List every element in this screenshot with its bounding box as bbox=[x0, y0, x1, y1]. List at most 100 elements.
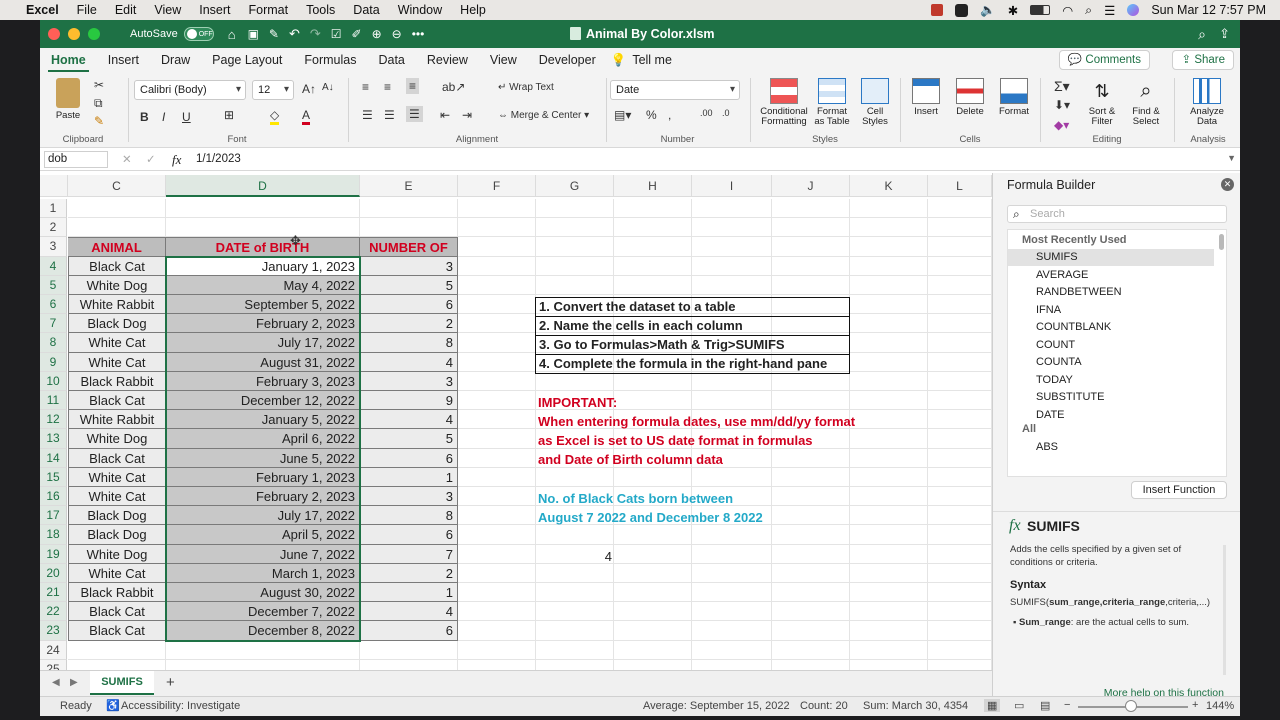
zoom-in-icon[interactable]: ⊕ bbox=[372, 27, 382, 41]
function-item[interactable]: RANDBETWEEN bbox=[1008, 284, 1214, 301]
dob-cell[interactable]: August 30, 2022 bbox=[166, 583, 360, 603]
row-header[interactable]: 22 bbox=[40, 602, 67, 622]
zoom-slider-thumb[interactable] bbox=[1125, 700, 1137, 712]
percent-icon[interactable]: % bbox=[646, 108, 657, 122]
row-header[interactable]: 4 bbox=[40, 256, 67, 276]
animal-cell[interactable]: Black Rabbit bbox=[68, 583, 166, 603]
align-bottom-icon[interactable]: ≡ bbox=[406, 78, 420, 94]
column-header-i[interactable]: I bbox=[692, 175, 772, 197]
function-item[interactable]: TODAY bbox=[1008, 372, 1214, 389]
row-header[interactable]: 14 bbox=[40, 448, 67, 468]
increase-decimal-icon[interactable]: .00 bbox=[700, 108, 713, 118]
function-search[interactable]: ⌕ Search bbox=[1007, 205, 1227, 223]
animal-cell[interactable]: White Dog bbox=[68, 275, 166, 295]
dob-cell[interactable]: January 1, 2023 bbox=[166, 256, 360, 276]
animal-cell[interactable]: Black Cat bbox=[68, 621, 166, 641]
column-header-e[interactable]: E bbox=[360, 175, 458, 197]
dob-cell[interactable]: December 8, 2022 bbox=[166, 621, 360, 641]
autosave-toggle[interactable]: OFF bbox=[183, 27, 214, 41]
dob-cell[interactable]: December 7, 2022 bbox=[166, 602, 360, 622]
comments-button[interactable]: 💬 Comments bbox=[1058, 50, 1150, 70]
result-cell[interactable]: 4 bbox=[538, 549, 612, 564]
pane-scrollbar[interactable] bbox=[1223, 545, 1226, 675]
row-header[interactable]: 16 bbox=[40, 487, 67, 507]
tab-insert[interactable]: Insert bbox=[97, 48, 150, 72]
dob-cell[interactable]: February 2, 2023 bbox=[166, 314, 360, 334]
add-sheet-icon[interactable]: + bbox=[166, 674, 175, 691]
font-color-icon[interactable]: A bbox=[302, 108, 311, 125]
home-icon[interactable]: ⌂ bbox=[228, 27, 236, 42]
number-cell[interactable]: 6 bbox=[360, 295, 458, 315]
number-cell[interactable]: 6 bbox=[360, 525, 458, 545]
volume-icon[interactable]: 🔈 bbox=[980, 3, 996, 18]
copy-icon[interactable]: ⧉ bbox=[94, 96, 103, 111]
animal-cell[interactable]: Black Rabbit bbox=[68, 371, 166, 391]
number-cell[interactable]: 4 bbox=[360, 410, 458, 430]
borders-icon[interactable]: ⊞ bbox=[224, 108, 234, 122]
align-left-icon[interactable]: ☰ bbox=[362, 108, 373, 122]
animal-cell[interactable]: Black Dog bbox=[68, 314, 166, 334]
fill-icon[interactable]: ⬇▾ bbox=[1054, 98, 1070, 112]
animal-cell[interactable]: White Dog bbox=[68, 544, 166, 564]
app-menu[interactable]: Excel bbox=[26, 3, 59, 17]
function-item[interactable]: AVERAGE bbox=[1008, 267, 1214, 284]
delete-cells-button[interactable]: Delete bbox=[950, 78, 990, 117]
animal-cell[interactable]: White Cat bbox=[68, 467, 166, 487]
prev-sheet-icon[interactable]: ◀ bbox=[52, 677, 60, 688]
undo-icon[interactable]: ↶ bbox=[289, 26, 300, 42]
menu-insert[interactable]: Insert bbox=[199, 3, 230, 17]
animal-cell[interactable]: White Cat bbox=[68, 563, 166, 583]
window-title[interactable]: Animal By Color.xlsm bbox=[586, 27, 715, 41]
spotlight-icon[interactable]: ⌕ bbox=[1085, 3, 1092, 18]
battery-icon[interactable] bbox=[1030, 5, 1051, 15]
column-header-f[interactable]: F bbox=[458, 175, 536, 197]
select-all-corner[interactable] bbox=[40, 175, 68, 197]
redo-icon[interactable]: ↷ bbox=[310, 26, 321, 42]
insert-cells-button[interactable]: Insert bbox=[906, 78, 946, 117]
number-cell[interactable]: 6 bbox=[360, 621, 458, 641]
save-as-icon[interactable]: ✎ bbox=[269, 27, 279, 41]
row-header[interactable]: 6 bbox=[40, 295, 67, 315]
menu-clock[interactable]: Sun Mar 12 7:57 PM bbox=[1151, 3, 1266, 17]
font-name-select[interactable]: Calibri (Body) bbox=[134, 80, 246, 100]
function-item[interactable]: SUMIFS bbox=[1008, 249, 1214, 266]
row-header[interactable]: 5 bbox=[40, 275, 67, 295]
insert-function-button[interactable]: Insert Function bbox=[1131, 481, 1227, 499]
number-cell[interactable]: 9 bbox=[360, 391, 458, 411]
column-header-h[interactable]: H bbox=[614, 175, 692, 197]
next-sheet-icon[interactable]: ▶ bbox=[70, 677, 78, 688]
comma-icon[interactable]: , bbox=[668, 108, 671, 122]
menu-format[interactable]: Format bbox=[249, 3, 289, 17]
normal-view-icon[interactable]: ▦ bbox=[984, 699, 1001, 712]
dob-cell[interactable]: July 17, 2022 bbox=[166, 333, 360, 353]
font-size-select[interactable]: 12 bbox=[252, 80, 294, 100]
number-cell[interactable]: 8 bbox=[360, 333, 458, 353]
row-header[interactable]: 11 bbox=[40, 391, 67, 411]
dob-cell[interactable]: July 17, 2022 bbox=[166, 506, 360, 526]
page-break-view-icon[interactable]: ▤ bbox=[1040, 699, 1050, 712]
title-search-icon[interactable]: ⌕ bbox=[1198, 26, 1206, 43]
decrease-font-icon[interactable]: A↓ bbox=[322, 82, 334, 93]
zoom-window-button[interactable] bbox=[88, 28, 100, 40]
share-button[interactable]: ⇪ Share bbox=[1172, 50, 1234, 70]
number-format-select[interactable]: Date bbox=[610, 80, 740, 100]
merge-center-button[interactable]: ⇔ Merge & Center ▾ bbox=[498, 110, 589, 121]
accounting-icon[interactable]: ▤▾ bbox=[614, 108, 631, 122]
menu-file[interactable]: File bbox=[77, 3, 97, 17]
row-header[interactable]: 19 bbox=[40, 544, 67, 564]
tab-data[interactable]: Data bbox=[367, 48, 415, 72]
close-pane-icon[interactable]: ✕ bbox=[1221, 178, 1234, 191]
number-cell[interactable]: 3 bbox=[360, 256, 458, 276]
record-icon[interactable] bbox=[931, 4, 944, 16]
column-header-k[interactable]: K bbox=[850, 175, 928, 197]
tab-page-layout[interactable]: Page Layout bbox=[201, 48, 293, 72]
number-cell[interactable]: 5 bbox=[360, 275, 458, 295]
dob-cell[interactable]: August 31, 2022 bbox=[166, 352, 360, 372]
insert-function-icon[interactable]: fx bbox=[172, 152, 181, 168]
animal-cell[interactable]: Black Dog bbox=[68, 525, 166, 545]
expand-formula-icon[interactable]: ▼ bbox=[1227, 153, 1236, 163]
menu-view[interactable]: View bbox=[154, 3, 181, 17]
row-header[interactable]: 7 bbox=[40, 314, 67, 334]
tab-developer[interactable]: Developer bbox=[528, 48, 607, 72]
number-cell[interactable]: 2 bbox=[360, 314, 458, 334]
